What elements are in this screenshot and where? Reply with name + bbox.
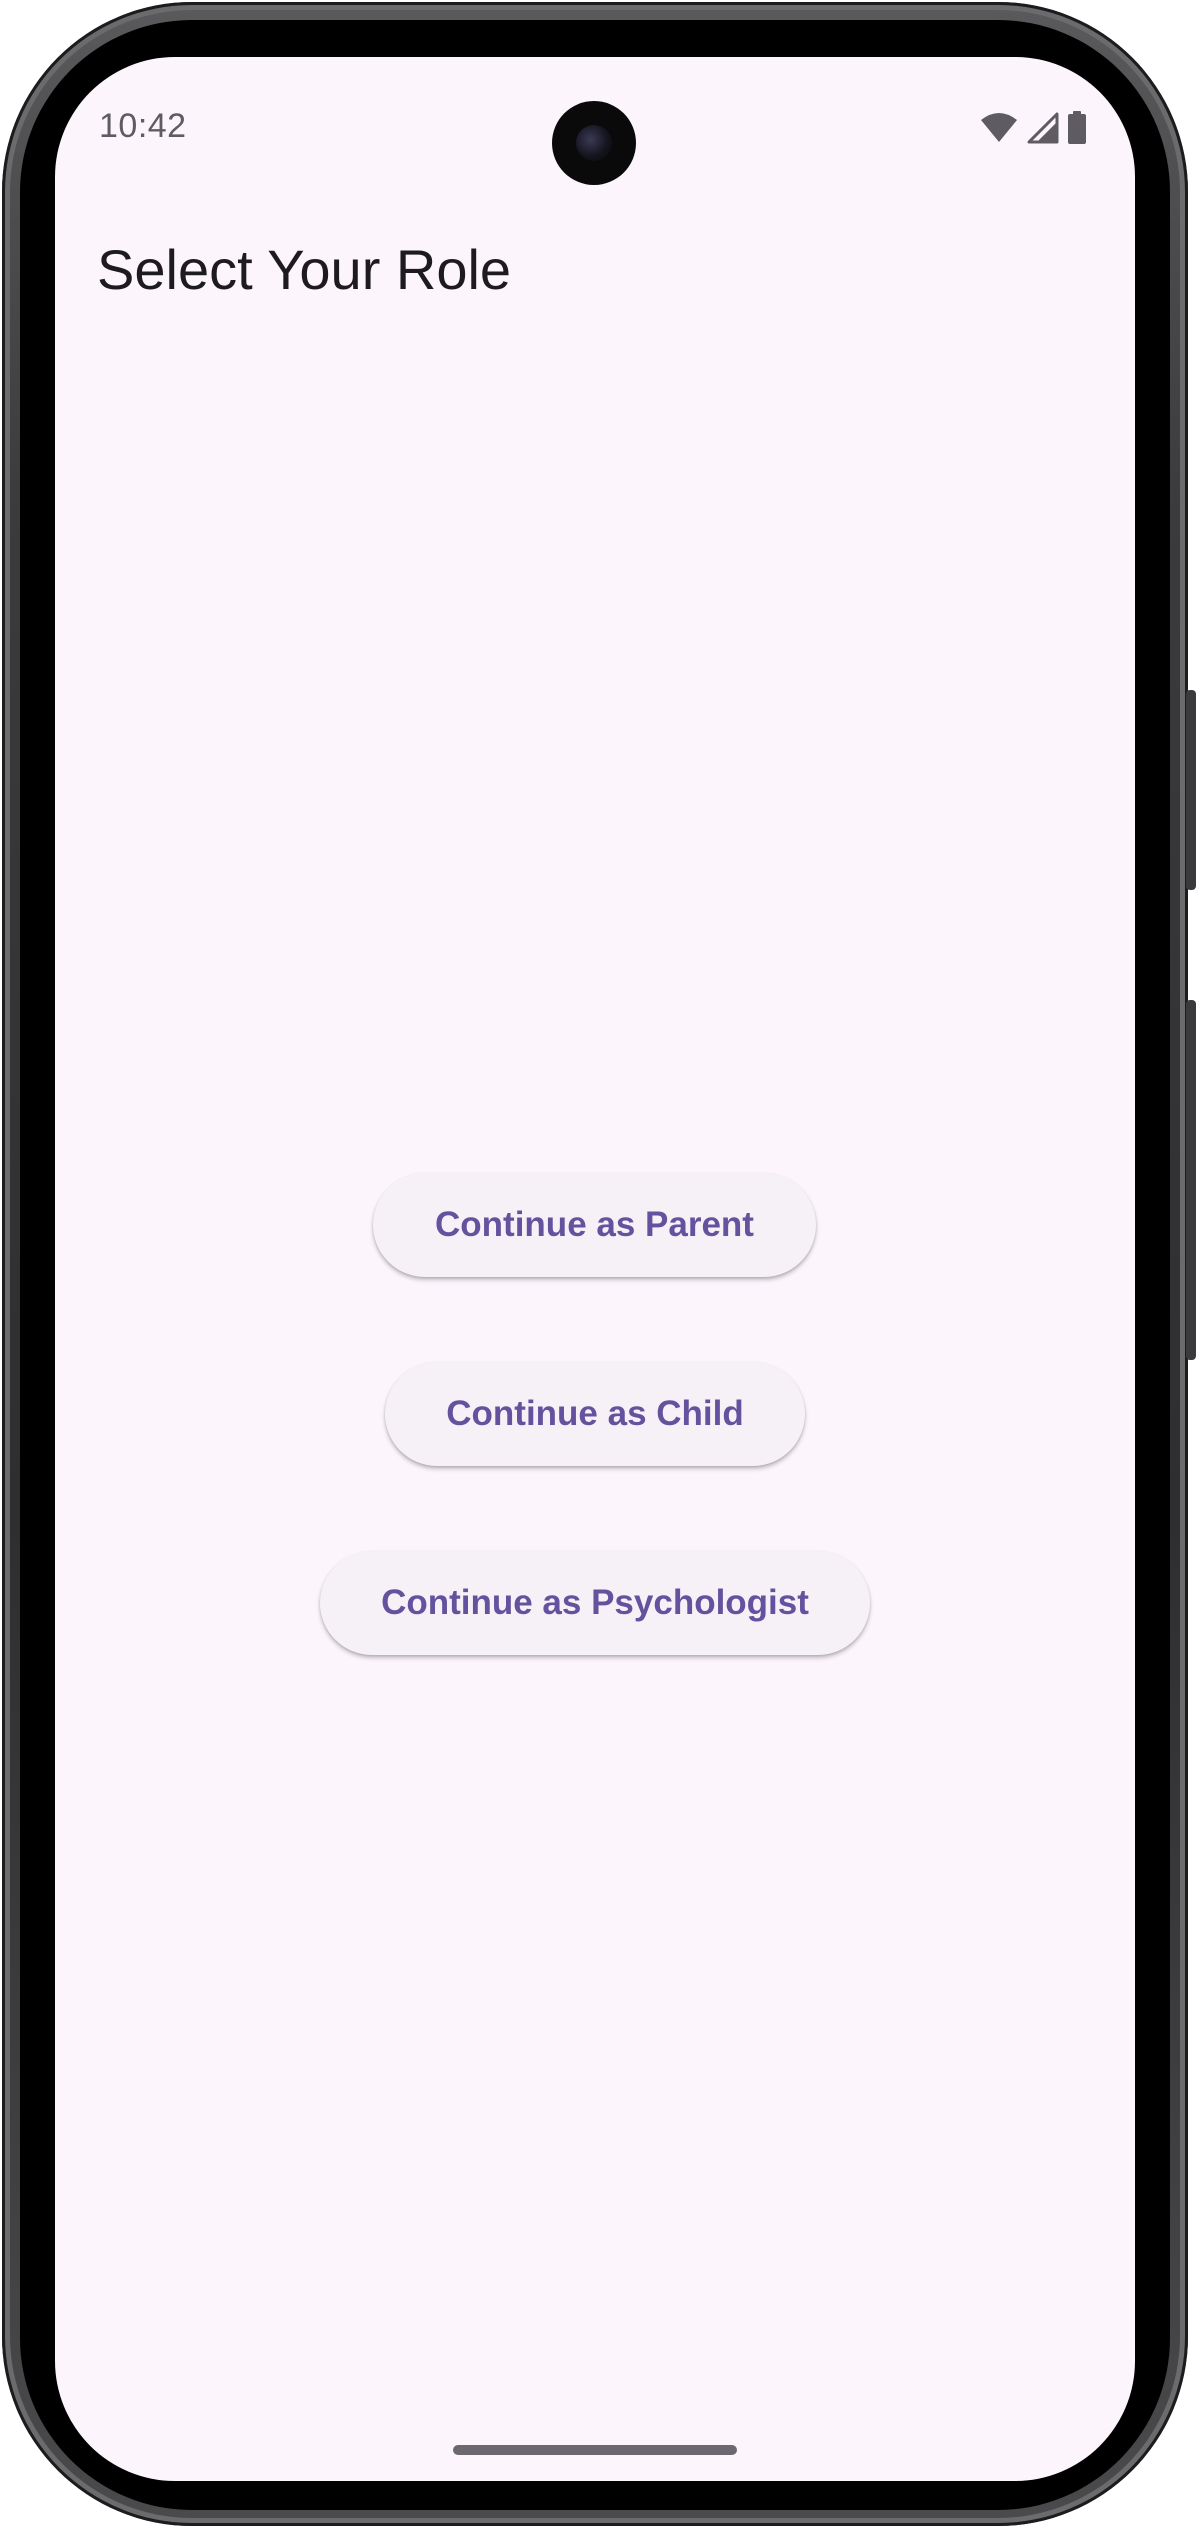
status-time: 10:42 bbox=[99, 107, 187, 145]
wifi-icon bbox=[979, 112, 1019, 144]
cellular-signal-icon bbox=[1027, 112, 1059, 144]
volume-button bbox=[1186, 690, 1196, 890]
camera-lens bbox=[576, 125, 612, 161]
status-icons bbox=[979, 111, 1087, 145]
continue-as-psychologist-button[interactable]: Continue as Psychologist bbox=[320, 1551, 870, 1655]
continue-as-parent-button[interactable]: Continue as Parent bbox=[373, 1173, 816, 1277]
continue-as-child-button[interactable]: Continue as Child bbox=[385, 1362, 805, 1466]
battery-icon bbox=[1067, 111, 1087, 145]
home-indicator[interactable] bbox=[453, 2445, 737, 2455]
power-button bbox=[1186, 1000, 1196, 1360]
front-camera bbox=[552, 101, 636, 185]
screen: 10:42 Select Your Role Continue as Paren… bbox=[55, 57, 1135, 2481]
phone-frame: 10:42 Select Your Role Continue as Paren… bbox=[0, 0, 1198, 2531]
page-title: Select Your Role bbox=[97, 238, 512, 301]
